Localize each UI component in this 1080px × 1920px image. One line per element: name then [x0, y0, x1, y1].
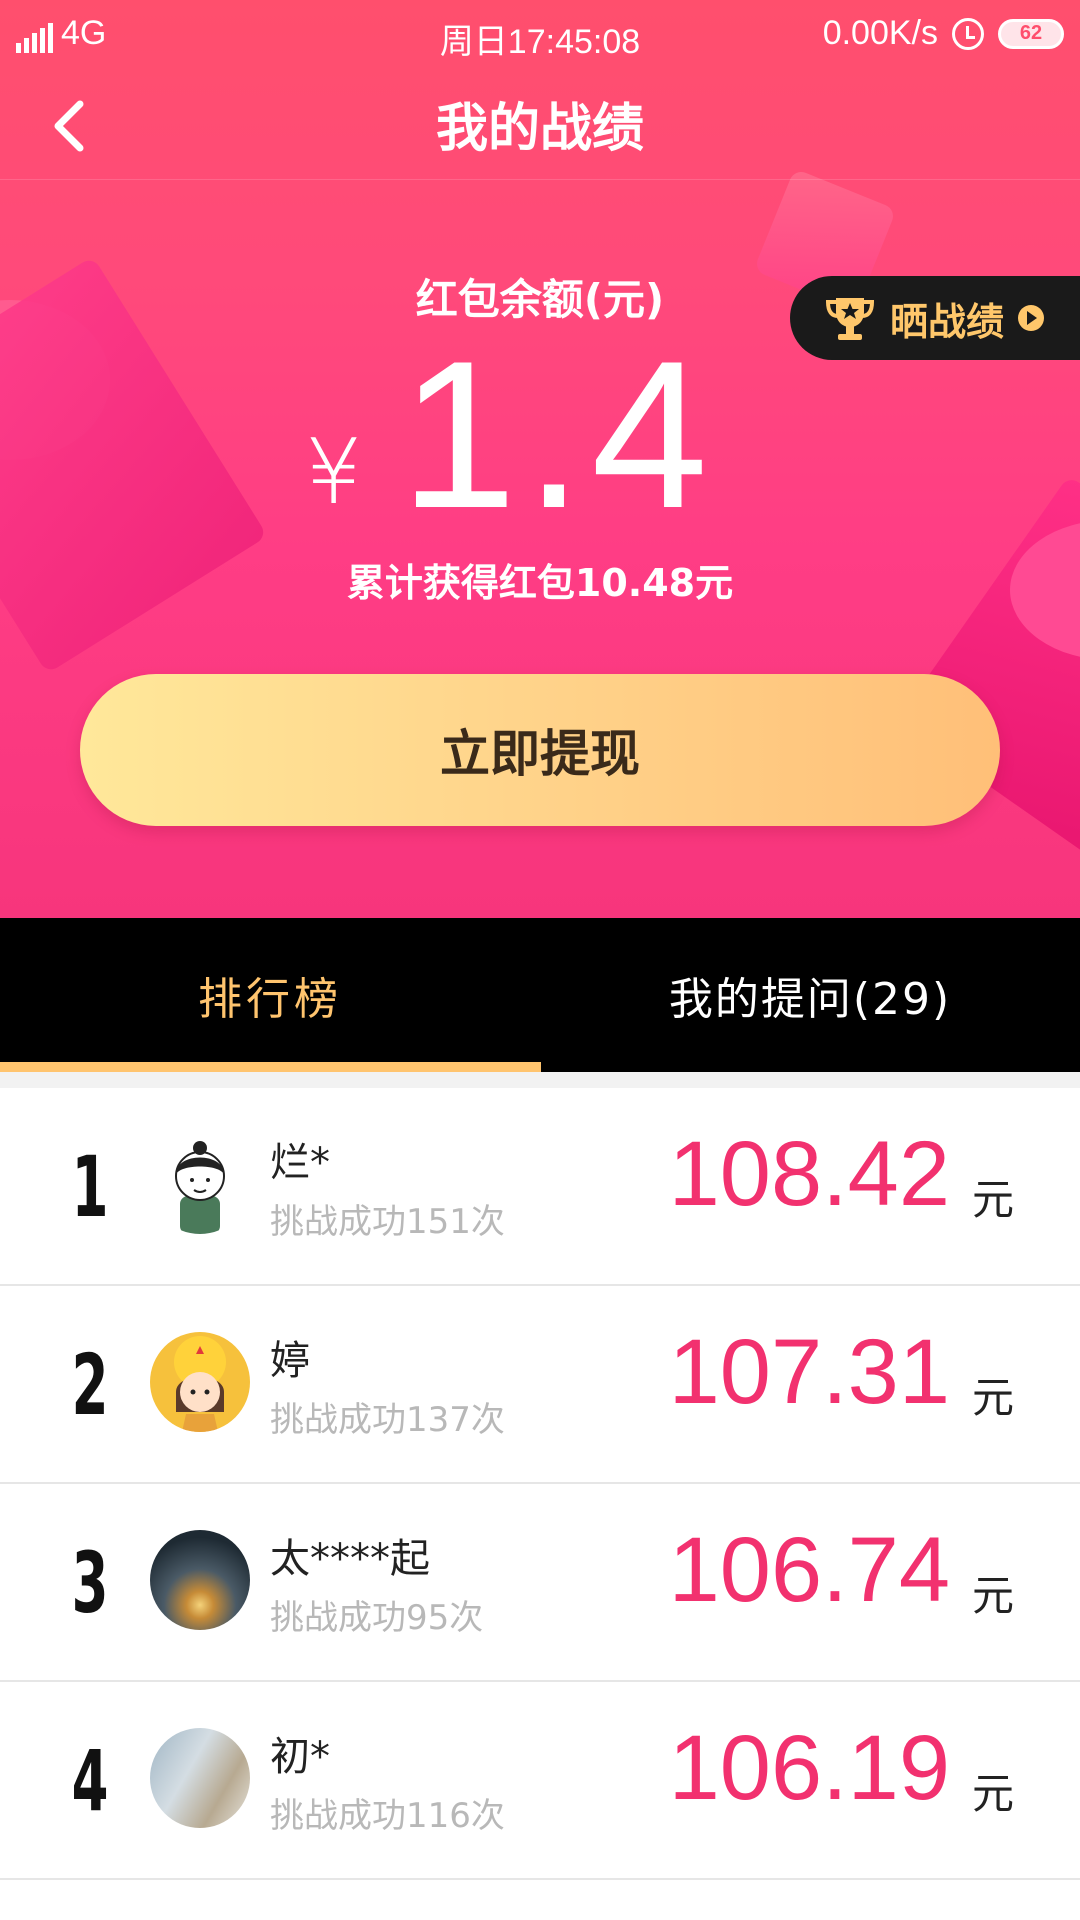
network-speed: 0.00K/s: [822, 14, 938, 52]
reward-amount: 106.74: [668, 1519, 950, 1621]
total-earned: 累计获得红包10.48元: [346, 561, 734, 605]
alarm-icon: [952, 17, 984, 50]
currency-unit: 元: [972, 1571, 1015, 1620]
balance-amount: 1.4: [400, 317, 716, 552]
nav-bar: 我的战绩: [0, 70, 1080, 180]
challenge-count: 挑战成功95次: [270, 1598, 484, 1638]
rank-number: 4: [71, 1732, 109, 1830]
battery-icon: 62: [998, 18, 1064, 49]
tab-indicator: [0, 1062, 541, 1072]
list-item[interactable]: 3 太****起 挑战成功95次 106.74 元: [0, 1484, 1080, 1682]
challenge-count: 挑战成功137次: [270, 1400, 505, 1440]
user-name: 太****起: [270, 1536, 430, 1582]
reward-amount: 106.19: [668, 1717, 950, 1819]
challenge-count: 挑战成功116次: [270, 1796, 505, 1836]
challenge-count: 挑战成功151次: [270, 1202, 505, 1242]
currency-unit: 元: [972, 1175, 1015, 1224]
avatar: [150, 1530, 250, 1630]
reward-amount: 108.42: [668, 1123, 950, 1225]
avatar: [150, 1332, 250, 1432]
user-name: 烂*: [270, 1140, 330, 1186]
tab-bar: 排行榜 我的提问(29): [0, 918, 1080, 1072]
rank-number: 1: [71, 1138, 109, 1236]
currency-unit: 元: [972, 1769, 1015, 1818]
list-item[interactable]: 4 初* 挑战成功116次 106.19 元: [0, 1682, 1080, 1880]
tab-my-questions[interactable]: 我的提问(29): [540, 918, 1080, 1072]
page-title: 我的战绩: [435, 99, 644, 159]
status-bar: 4G 周日17:45:08 0.00K/s 62: [0, 0, 1080, 70]
header-panel: 4G 周日17:45:08 0.00K/s 62 我的战绩 晒战绩 红包余额(元…: [0, 0, 1080, 918]
rank-number: 2: [71, 1336, 109, 1434]
withdraw-button[interactable]: 立即提现: [80, 674, 1000, 826]
tab-leaderboard[interactable]: 排行榜: [0, 918, 540, 1072]
reward-amount: 107.31: [668, 1321, 950, 1423]
divider: [0, 1072, 1080, 1088]
rank-number: 3: [71, 1534, 109, 1632]
leaderboard-list: 1 烂* 挑战成功151次 108.42 元 2 婷 挑战成功137次 107.…: [0, 1088, 1080, 1880]
avatar: [150, 1728, 250, 1828]
user-name: 初*: [270, 1734, 330, 1780]
user-name: 婷: [270, 1338, 310, 1384]
list-item[interactable]: 1 烂* 挑战成功151次 108.42 元: [0, 1088, 1080, 1286]
currency-symbol: ¥: [305, 420, 363, 525]
avatar: [150, 1134, 250, 1234]
currency-unit: 元: [972, 1373, 1015, 1422]
list-item[interactable]: 2 婷 挑战成功137次 107.31 元: [0, 1286, 1080, 1484]
status-right: 0.00K/s 62: [823, 14, 1064, 53]
